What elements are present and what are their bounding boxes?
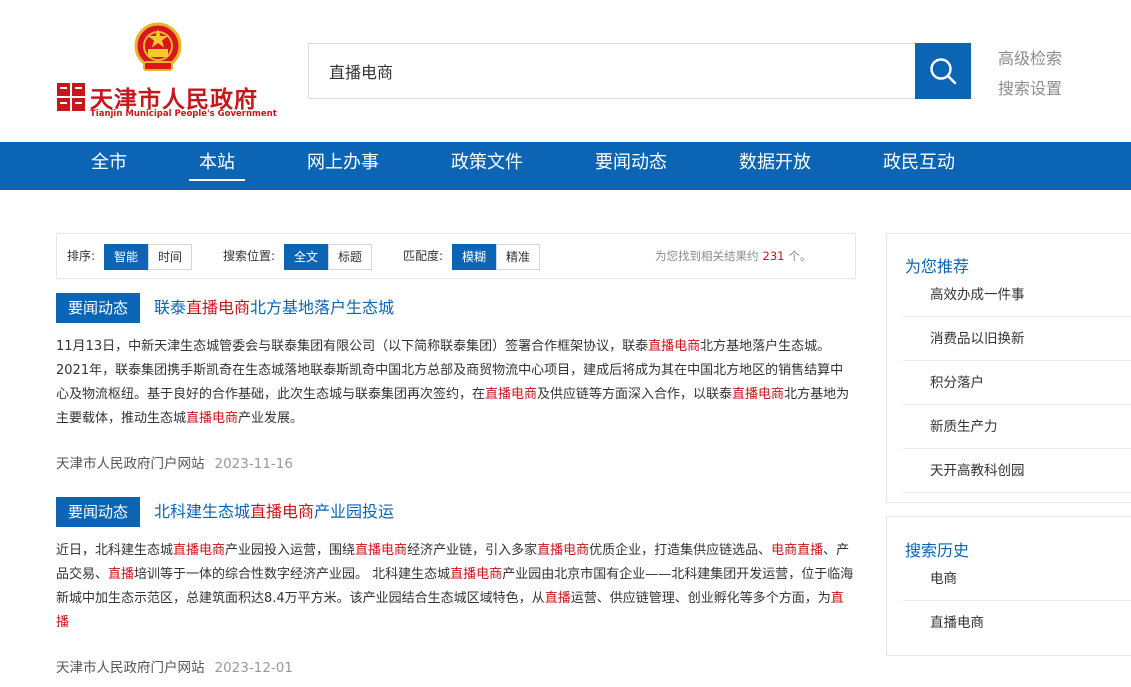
- result-count-prefix: 为您找到相关结果约: [655, 249, 759, 263]
- result-count-number: 231: [762, 249, 785, 263]
- nav-item-interaction[interactable]: 政民互动: [883, 142, 955, 190]
- keyword-highlight: 直播: [544, 591, 571, 606]
- city-badge-icon: [57, 83, 85, 111]
- search-button[interactable]: [915, 43, 971, 99]
- text-segment: 优质企业，打造集供应链选品、: [589, 543, 772, 558]
- result-date: 2023-12-01: [214, 660, 293, 676]
- site-header: 天津市人民政府 Tianjin Municipal People's Gover…: [0, 0, 1131, 142]
- recommend-item[interactable]: 高效办成一件事: [903, 273, 1131, 317]
- keyword-highlight: 直播电商: [485, 387, 538, 402]
- search-icon: [930, 58, 957, 85]
- search-input[interactable]: [309, 44, 915, 98]
- site-logo[interactable]: 天津市人民政府 Tianjin Municipal People's Gover…: [56, 22, 277, 122]
- search-history-panel: 搜索历史 电商 直播电商: [886, 516, 1131, 656]
- nav-item-this-site[interactable]: 本站: [189, 142, 245, 190]
- main-nav: 全市 本站 网上办事 政策文件 要闻动态 数据开放 政民互动: [0, 142, 1131, 190]
- keyword-highlight: 直播电商: [648, 339, 701, 354]
- keyword-highlight: 直播电商: [537, 543, 590, 558]
- logo-title-en: Tianjin Municipal People's Government: [90, 109, 277, 119]
- nav-item-open-data[interactable]: 数据开放: [739, 142, 811, 190]
- text-segment: 联泰: [154, 298, 187, 317]
- text-segment: 培训等于一体的综合性数字经济产业园。 北科建生态城: [134, 567, 451, 582]
- text-segment: 产业园投运: [314, 502, 395, 521]
- nav-item-news[interactable]: 要闻动态: [595, 142, 667, 190]
- search-box: [308, 43, 915, 99]
- recommend-item[interactable]: 新质生产力: [903, 405, 1131, 449]
- keyword-highlight: 直播电商: [186, 298, 251, 317]
- keyword-highlight: 直播电商: [732, 387, 785, 402]
- result-source: 天津市人民政府门户网站: [56, 660, 205, 676]
- result-meta: 天津市人民政府门户网站 2023-11-16: [56, 452, 293, 472]
- result-summary: 近日，北科建生态城直播电商产业园投入运营，围绕直播电商经济产业链，引入多家直播电…: [56, 539, 856, 635]
- text-segment: 产业园投入运营，围绕: [225, 543, 356, 558]
- sort-time-button[interactable]: 时间: [148, 244, 192, 270]
- nav-item-policy-documents[interactable]: 政策文件: [451, 142, 523, 190]
- result-category-tag[interactable]: 要闻动态: [56, 497, 140, 527]
- recommend-item[interactable]: 积分落户: [903, 361, 1131, 405]
- sort-smart-button[interactable]: 智能: [104, 244, 148, 270]
- keyword-highlight: 直播电商: [173, 543, 226, 558]
- keyword-highlight: 直播电商: [355, 543, 408, 558]
- text-segment: 近日，北科建生态城: [56, 543, 174, 558]
- filter-bar: 排序: 智能 时间 搜索位置: 全文 标题 匹配度: 模糊 精准 为您找到相关结…: [56, 233, 856, 279]
- result-date: 2023-11-16: [214, 456, 293, 472]
- result-count-suffix: 个。: [788, 249, 812, 263]
- search-result: 要闻动态 联泰直播电商北方基地落户生态城 11月13日，中新天津生态城管委会与联…: [56, 293, 856, 478]
- advanced-search-link[interactable]: 高级检索: [998, 45, 1062, 69]
- recommend-item[interactable]: 消费品以旧换新: [903, 317, 1131, 361]
- keyword-highlight: 直播: [108, 567, 135, 582]
- scope-fulltext-button[interactable]: 全文: [284, 244, 328, 270]
- result-source: 天津市人民政府门户网站: [56, 456, 205, 472]
- scope-title-button[interactable]: 标题: [328, 244, 372, 270]
- text-segment: 及供应链等方面深入合作，以联泰: [537, 387, 733, 402]
- result-category-tag[interactable]: 要闻动态: [56, 293, 140, 323]
- recommend-item[interactable]: 天开高教科创园: [903, 449, 1131, 493]
- text-segment: 11月13日，中新天津生态城管委会与联泰集团有限公司（以下简称联泰集团）签署合作…: [56, 339, 649, 354]
- text-segment: 产业发展。: [238, 411, 304, 426]
- match-label: 匹配度:: [403, 249, 444, 263]
- result-title-link[interactable]: 联泰直播电商北方基地落户生态城: [154, 293, 394, 323]
- text-segment: 经济产业链，引入多家: [407, 543, 538, 558]
- search-settings-link[interactable]: 搜索设置: [998, 75, 1062, 99]
- keyword-highlight: 电商直播: [771, 543, 824, 558]
- result-summary: 11月13日，中新天津生态城管委会与联泰集团有限公司（以下简称联泰集团）签署合作…: [56, 335, 856, 431]
- result-count: 为您找到相关结果约 231 个。: [655, 234, 811, 279]
- match-fuzzy-button[interactable]: 模糊: [452, 244, 496, 270]
- match-exact-button[interactable]: 精准: [496, 244, 540, 270]
- scope-label: 搜索位置:: [223, 249, 276, 263]
- national-emblem-icon: [134, 22, 182, 71]
- text-segment: 北方基地落户生态城: [250, 298, 395, 317]
- keyword-highlight: 直播电商: [250, 502, 315, 521]
- nav-item-all-city[interactable]: 全市: [91, 142, 127, 190]
- nav-item-online-services[interactable]: 网上办事: [307, 142, 379, 190]
- result-meta: 天津市人民政府门户网站 2023-12-01: [56, 656, 293, 676]
- search-result: 要闻动态 北科建生态城直播电商产业园投运 近日，北科建生态城直播电商产业园投入运…: [56, 497, 856, 682]
- recommend-panel: 为您推荐 高效办成一件事 消费品以旧换新 积分落户 新质生产力 天开高教科创园: [886, 233, 1131, 503]
- text-segment: 北科建生态城: [154, 502, 251, 521]
- result-title-link[interactable]: 北科建生态城直播电商产业园投运: [154, 497, 394, 527]
- history-item[interactable]: 电商: [903, 557, 1131, 601]
- history-item[interactable]: 直播电商: [903, 601, 1131, 645]
- text-segment: 运营、供应链管理、创业孵化等多个方面，为: [570, 591, 831, 606]
- keyword-highlight: 直播电商: [186, 411, 239, 426]
- sort-label: 排序:: [67, 249, 96, 263]
- keyword-highlight: 直播电商: [450, 567, 503, 582]
